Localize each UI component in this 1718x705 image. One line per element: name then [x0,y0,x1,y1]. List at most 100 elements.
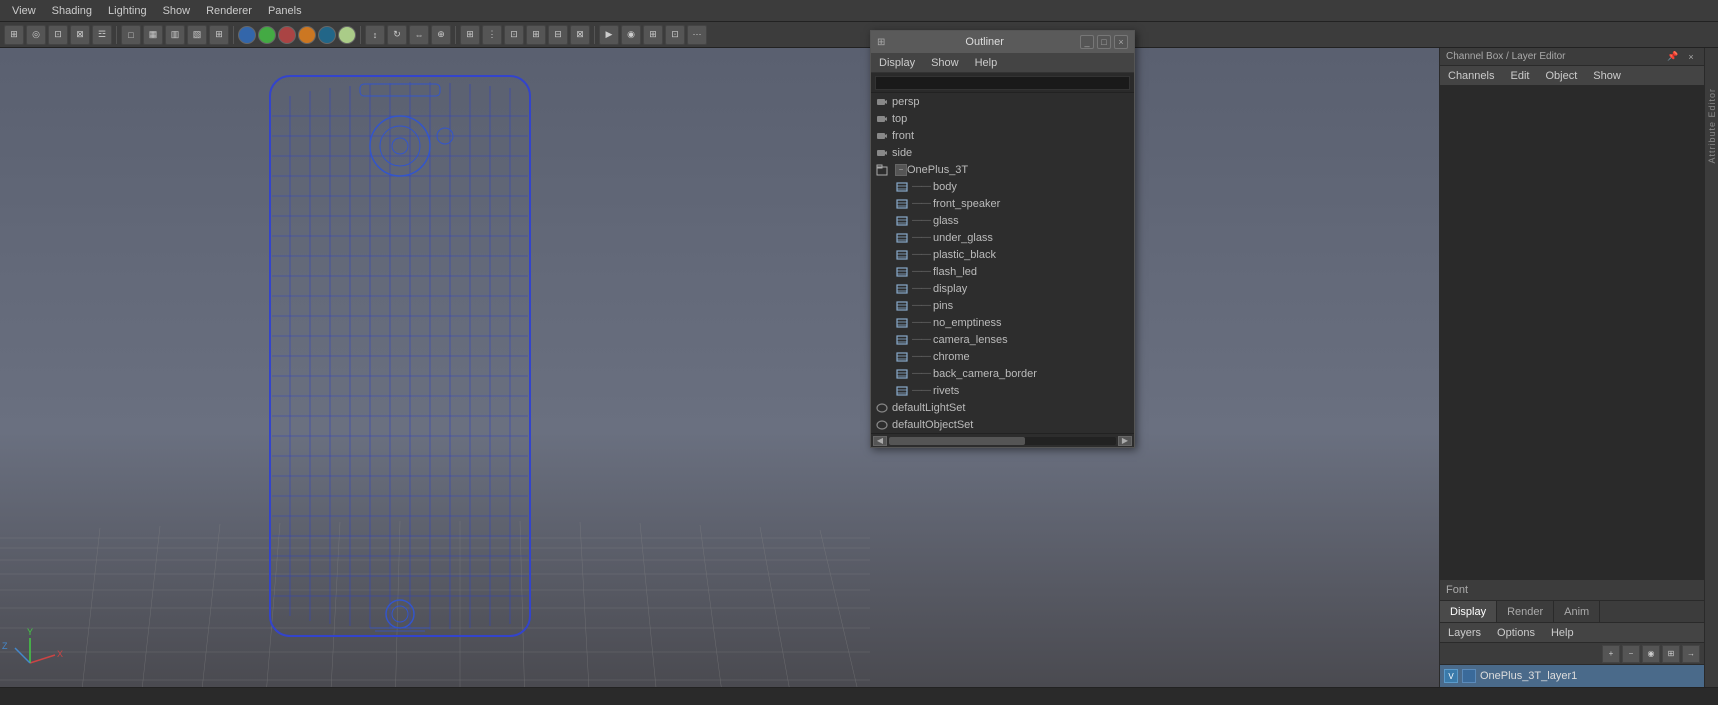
menu-lighting[interactable]: Lighting [100,0,155,21]
outliner-minimize-btn[interactable]: _ [1080,35,1094,49]
layer-tab-render[interactable]: Render [1497,601,1554,622]
tree-item[interactable]: ——display [871,280,1134,297]
toolbar-circle-green[interactable] [258,26,276,44]
cb-menu-show[interactable]: Show [1585,66,1629,85]
cb-pin-icon[interactable]: 📌 [1666,50,1680,64]
menu-show[interactable]: Show [155,0,199,21]
tree-item[interactable]: ——no_emptiness [871,314,1134,331]
toolbar-btn-manip[interactable]: ⊕ [431,25,451,45]
toolbar-btn-1[interactable]: ⊞ [4,25,24,45]
tree-item[interactable]: ——under_glass [871,229,1134,246]
toolbar-circle-red[interactable] [278,26,296,44]
toolbar-btn-7[interactable]: ▦ [143,25,163,45]
menu-panels[interactable]: Panels [260,0,310,21]
tree-item[interactable]: top [871,110,1134,127]
tree-item[interactable]: ——pins [871,297,1134,314]
tree-item[interactable]: −OnePlus_3T [871,161,1134,178]
tree-item[interactable]: defaultObjectSet [871,416,1134,433]
tree-item[interactable]: ——camera_lenses [871,331,1134,348]
menu-renderer[interactable]: Renderer [198,0,260,21]
toolbar-btn-2[interactable]: ◎ [26,25,46,45]
toolbar-btn-render1[interactable]: ▶ [599,25,619,45]
tree-item[interactable]: side [871,144,1134,161]
toolbar-circle-orange[interactable] [298,26,316,44]
menu-view[interactable]: View [4,0,44,21]
outliner-close-btn[interactable]: × [1114,35,1128,49]
toolbar-btn-render2[interactable]: ◉ [621,25,641,45]
toolbar-btn-more[interactable]: ⋯ [687,25,707,45]
tree-item[interactable]: ——glass [871,212,1134,229]
svg-text:X: X [57,649,63,659]
toolbar-btn-snap1[interactable]: ⊞ [460,25,480,45]
outliner-menu-display[interactable]: Display [871,53,923,72]
viewport[interactable]: X Y Z persp [0,48,1439,687]
layer-menu-layers[interactable]: Layers [1440,623,1489,642]
toolbar-btn-snap4[interactable]: ⊞ [526,25,546,45]
tree-item[interactable]: defaultLightSet [871,399,1134,416]
tree-item[interactable]: front [871,127,1134,144]
toolbar-btn-5[interactable]: ☲ [92,25,112,45]
toolbar-btn-render3[interactable]: ⊞ [643,25,663,45]
toolbar-btn-snap3[interactable]: ⊡ [504,25,524,45]
cb-content [1440,86,1704,579]
hscroll-right-btn[interactable]: ▶ [1118,436,1132,446]
tree-item-label: under_glass [933,232,993,244]
channel-box-header: Channel Box / Layer Editor 📌 × [1440,48,1704,66]
side-strip-attr-editor[interactable]: Attribute Editor [1707,88,1717,164]
toolbar-btn-9[interactable]: ▧ [187,25,207,45]
toolbar-btn-10[interactable]: ⊞ [209,25,229,45]
tree-item[interactable]: ——chrome [871,348,1134,365]
toolbar-sep-4 [455,26,456,44]
tree-item[interactable]: ——back_camera_border [871,365,1134,382]
toolbar-btn-snap5[interactable]: ⊟ [548,25,568,45]
layer-tool-3[interactable]: ◉ [1642,645,1660,663]
tree-item-type-icon [895,384,909,398]
toolbar-btn-3[interactable]: ⊡ [48,25,68,45]
layer-tool-2[interactable]: − [1622,645,1640,663]
outliner-maximize-btn[interactable]: □ [1097,35,1111,49]
hscroll-thumb[interactable] [889,437,1025,445]
layer-visible-checkbox[interactable]: V [1444,669,1458,683]
toolbar-circle-teal[interactable] [318,26,336,44]
tree-item[interactable]: ——front_speaker [871,195,1134,212]
layer-tool-5[interactable]: → [1682,645,1700,663]
toolbar-btn-8[interactable]: ▥ [165,25,185,45]
tree-item[interactable]: ——body [871,178,1134,195]
outliner-tree[interactable]: persp top frontside−OnePlus_3T——body——fron… [871,93,1134,433]
tree-item[interactable]: ——rivets [871,382,1134,399]
layer-tab-anim[interactable]: Anim [1554,601,1600,622]
tree-item-label: top [892,113,907,125]
outliner-hscrollbar[interactable]: ◀ ▶ [871,433,1134,447]
hscroll-left-btn[interactable]: ◀ [873,436,887,446]
toolbar-btn-4[interactable]: ⊠ [70,25,90,45]
outliner-menu-show[interactable]: Show [923,53,967,72]
tree-item[interactable]: ——flash_led [871,263,1134,280]
layer-tab-display[interactable]: Display [1440,601,1497,622]
layer-name: OnePlus_3T_layer1 [1480,670,1577,682]
cb-menu-object[interactable]: Object [1537,66,1585,85]
layer-menu-help[interactable]: Help [1543,623,1582,642]
toolbar-btn-scale[interactable]: ⇔ [409,25,429,45]
tree-item[interactable]: persp [871,93,1134,110]
tree-item[interactable]: ——plastic_black [871,246,1134,263]
cb-menu-edit[interactable]: Edit [1502,66,1537,85]
menu-shading[interactable]: Shading [44,0,100,21]
layer-menu-options[interactable]: Options [1489,623,1543,642]
cb-menu-channels[interactable]: Channels [1440,66,1502,85]
toolbar-btn-move[interactable]: ↕ [365,25,385,45]
layer-tool-1[interactable]: + [1602,645,1620,663]
cb-close-icon[interactable]: × [1684,50,1698,64]
toolbar-btn-rotate[interactable]: ↻ [387,25,407,45]
toolbar-circle-light[interactable] [338,26,356,44]
toolbar-btn-render4[interactable]: ⊡ [665,25,685,45]
toolbar-sep-3 [360,26,361,44]
tree-collapse-btn[interactable]: − [895,164,907,176]
outliner-search-input[interactable] [875,76,1130,90]
toolbar-btn-6[interactable]: □ [121,25,141,45]
toolbar-btn-snap2[interactable]: ⋮ [482,25,502,45]
toolbar-btn-snap6[interactable]: ⊠ [570,25,590,45]
toolbar-circle-blue[interactable] [238,26,256,44]
layer-tool-4[interactable]: ⊞ [1662,645,1680,663]
layer-row-0[interactable]: V OnePlus_3T_layer1 [1440,665,1704,687]
outliner-menu-help[interactable]: Help [967,53,1006,72]
